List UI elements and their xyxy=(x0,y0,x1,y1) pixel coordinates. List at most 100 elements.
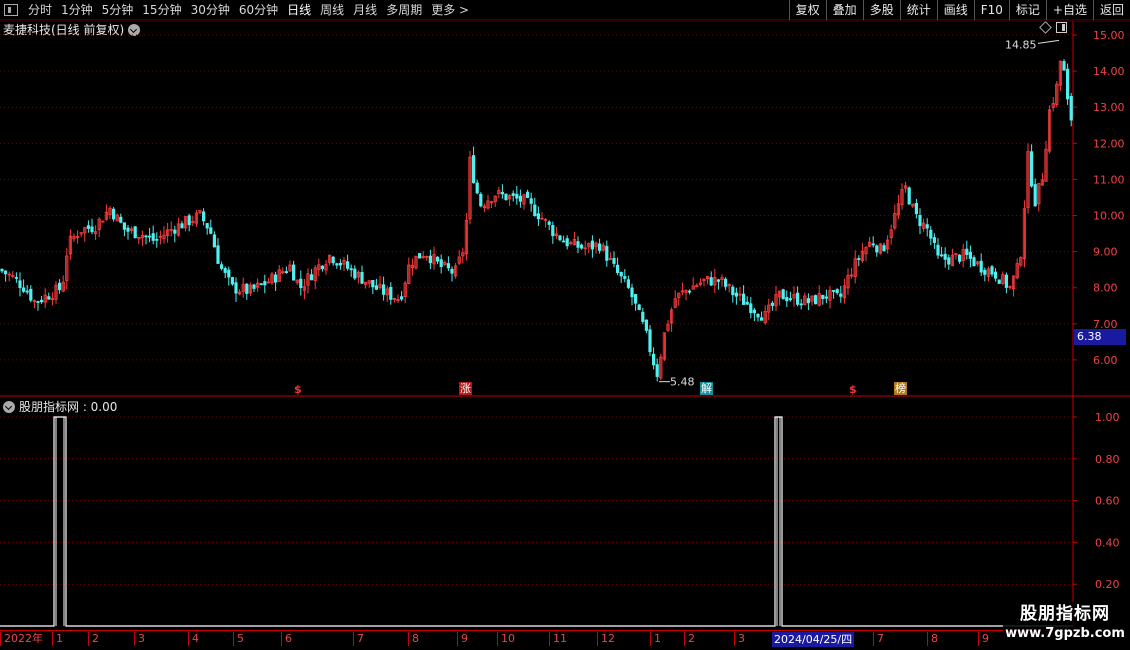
chevron-down-icon[interactable] xyxy=(3,400,15,413)
candle-body xyxy=(835,289,839,294)
candle-body xyxy=(47,296,51,300)
candle-body xyxy=(504,193,508,201)
candle-body xyxy=(929,229,933,239)
candle-body xyxy=(284,271,289,273)
candle-body xyxy=(1062,61,1066,71)
candle-body xyxy=(40,299,44,303)
candle-body xyxy=(230,277,234,285)
event-marker-dollar[interactable]: $ xyxy=(293,383,303,396)
candle-body xyxy=(821,294,825,299)
indicator-title-label: 股朋指标网 : 0.00 xyxy=(19,400,118,414)
candle-body xyxy=(219,264,224,269)
candle-body xyxy=(299,278,303,288)
candle-body xyxy=(155,238,159,241)
candle-body xyxy=(112,208,116,220)
candle-body xyxy=(450,268,454,274)
candle-body xyxy=(36,301,40,303)
date-tick: 3 xyxy=(134,632,145,646)
high-pointer xyxy=(1037,39,1060,44)
event-marker-dollar-2[interactable]: $ xyxy=(848,383,858,396)
candle-body xyxy=(612,258,616,264)
candle-body xyxy=(716,279,721,282)
date-tick: 11 xyxy=(549,632,567,646)
y-tick-label: 14.00 xyxy=(1093,65,1125,78)
candle-body xyxy=(119,216,123,223)
event-marker-bang[interactable]: 榜 xyxy=(894,382,907,395)
candle-body xyxy=(752,309,757,314)
candle-body xyxy=(648,329,652,353)
candle-body xyxy=(1030,151,1034,187)
candle-body xyxy=(14,276,18,279)
date-tick: 8 xyxy=(927,632,938,646)
date-tick: 1 xyxy=(650,632,661,646)
candle-body xyxy=(598,243,602,251)
candle-body xyxy=(209,227,213,234)
candle-body xyxy=(187,215,191,226)
candle-body xyxy=(212,234,216,248)
candle-body xyxy=(151,233,155,241)
date-tick: 6 xyxy=(281,632,292,646)
candle-body xyxy=(562,240,566,243)
date-tick: 4 xyxy=(188,632,199,646)
date-tick: 10 xyxy=(497,632,515,646)
event-marker-zhang[interactable]: 涨 xyxy=(459,382,472,395)
candle-body xyxy=(126,227,130,232)
candle-body xyxy=(338,262,343,266)
candle-body xyxy=(381,284,386,295)
candle-body xyxy=(731,286,735,296)
y-tick-label: 11.00 xyxy=(1093,173,1125,186)
candle-body xyxy=(641,311,645,322)
candle-body xyxy=(907,187,911,205)
chart-canvas[interactable]: 15.0014.0013.0012.0011.0010.009.008.007.… xyxy=(0,0,1130,650)
candle-body xyxy=(518,195,523,202)
candle-body xyxy=(742,293,746,305)
candle-body xyxy=(936,244,940,256)
candle-body xyxy=(749,303,753,313)
date-tick: 3 xyxy=(734,632,745,646)
candle-body xyxy=(428,255,433,264)
candle-body xyxy=(173,229,177,234)
candle-body xyxy=(417,253,422,259)
candle-body xyxy=(832,290,836,292)
candle-body xyxy=(814,295,818,305)
date-tick: 2 xyxy=(684,632,695,646)
candle-body xyxy=(475,182,479,194)
candle-body xyxy=(958,254,962,262)
candle-body xyxy=(590,240,595,250)
selected-date-label: 2024/04/25/四 xyxy=(772,632,855,647)
candle-body xyxy=(871,243,875,246)
candle-body xyxy=(1069,96,1073,121)
candle-body xyxy=(201,211,206,222)
candle-body xyxy=(374,285,379,290)
candle-body xyxy=(623,276,627,279)
candle-body xyxy=(263,281,267,286)
candle-body xyxy=(734,292,739,297)
watermark: 股朋指标网 www.7gpzb.com xyxy=(1003,602,1127,648)
candle-body xyxy=(940,254,944,257)
y-tick-label: 13.00 xyxy=(1093,101,1125,114)
low-price-label: 5.48 xyxy=(670,376,695,389)
candle-body xyxy=(745,301,749,305)
candle-body xyxy=(979,260,983,273)
candle-body xyxy=(824,296,829,299)
candle-body xyxy=(345,261,350,269)
y-tick-label: 12.00 xyxy=(1093,137,1125,150)
indicator-title[interactable]: 股朋指标网 : 0.00 xyxy=(3,398,117,415)
candle-body xyxy=(309,274,314,281)
candle-body xyxy=(234,282,238,294)
candle-body xyxy=(605,245,609,261)
candle-body xyxy=(1066,68,1070,100)
candle-body xyxy=(435,256,440,262)
high-price-label: 14.85 xyxy=(1005,38,1037,51)
candle-body xyxy=(320,265,325,270)
event-marker-jie[interactable]: 解 xyxy=(700,382,713,395)
date-tick: 2022年 xyxy=(0,632,43,646)
date-tick: 1 xyxy=(52,632,63,646)
candle-body xyxy=(576,241,580,248)
candle-body xyxy=(29,288,33,301)
candle-body xyxy=(580,244,584,249)
candle-body xyxy=(644,319,649,331)
candle-body xyxy=(1004,274,1009,288)
sub-y-tick-label: 0.80 xyxy=(1095,453,1120,466)
candle-body xyxy=(760,317,764,321)
